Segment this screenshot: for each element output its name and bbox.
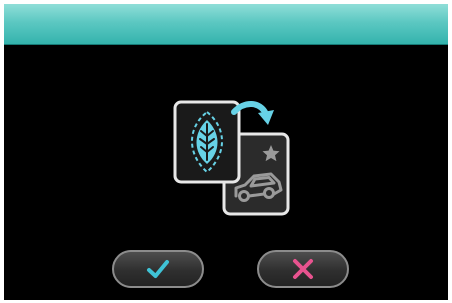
front-card	[173, 100, 241, 184]
check-icon	[147, 260, 169, 278]
cancel-button[interactable]	[257, 250, 349, 288]
confirm-button[interactable]	[112, 250, 204, 288]
title-bar	[4, 4, 448, 45]
x-icon	[293, 259, 313, 279]
screen	[4, 4, 448, 300]
mode-switch-illustration	[173, 100, 290, 216]
mode-switch-graphic	[170, 98, 292, 218]
